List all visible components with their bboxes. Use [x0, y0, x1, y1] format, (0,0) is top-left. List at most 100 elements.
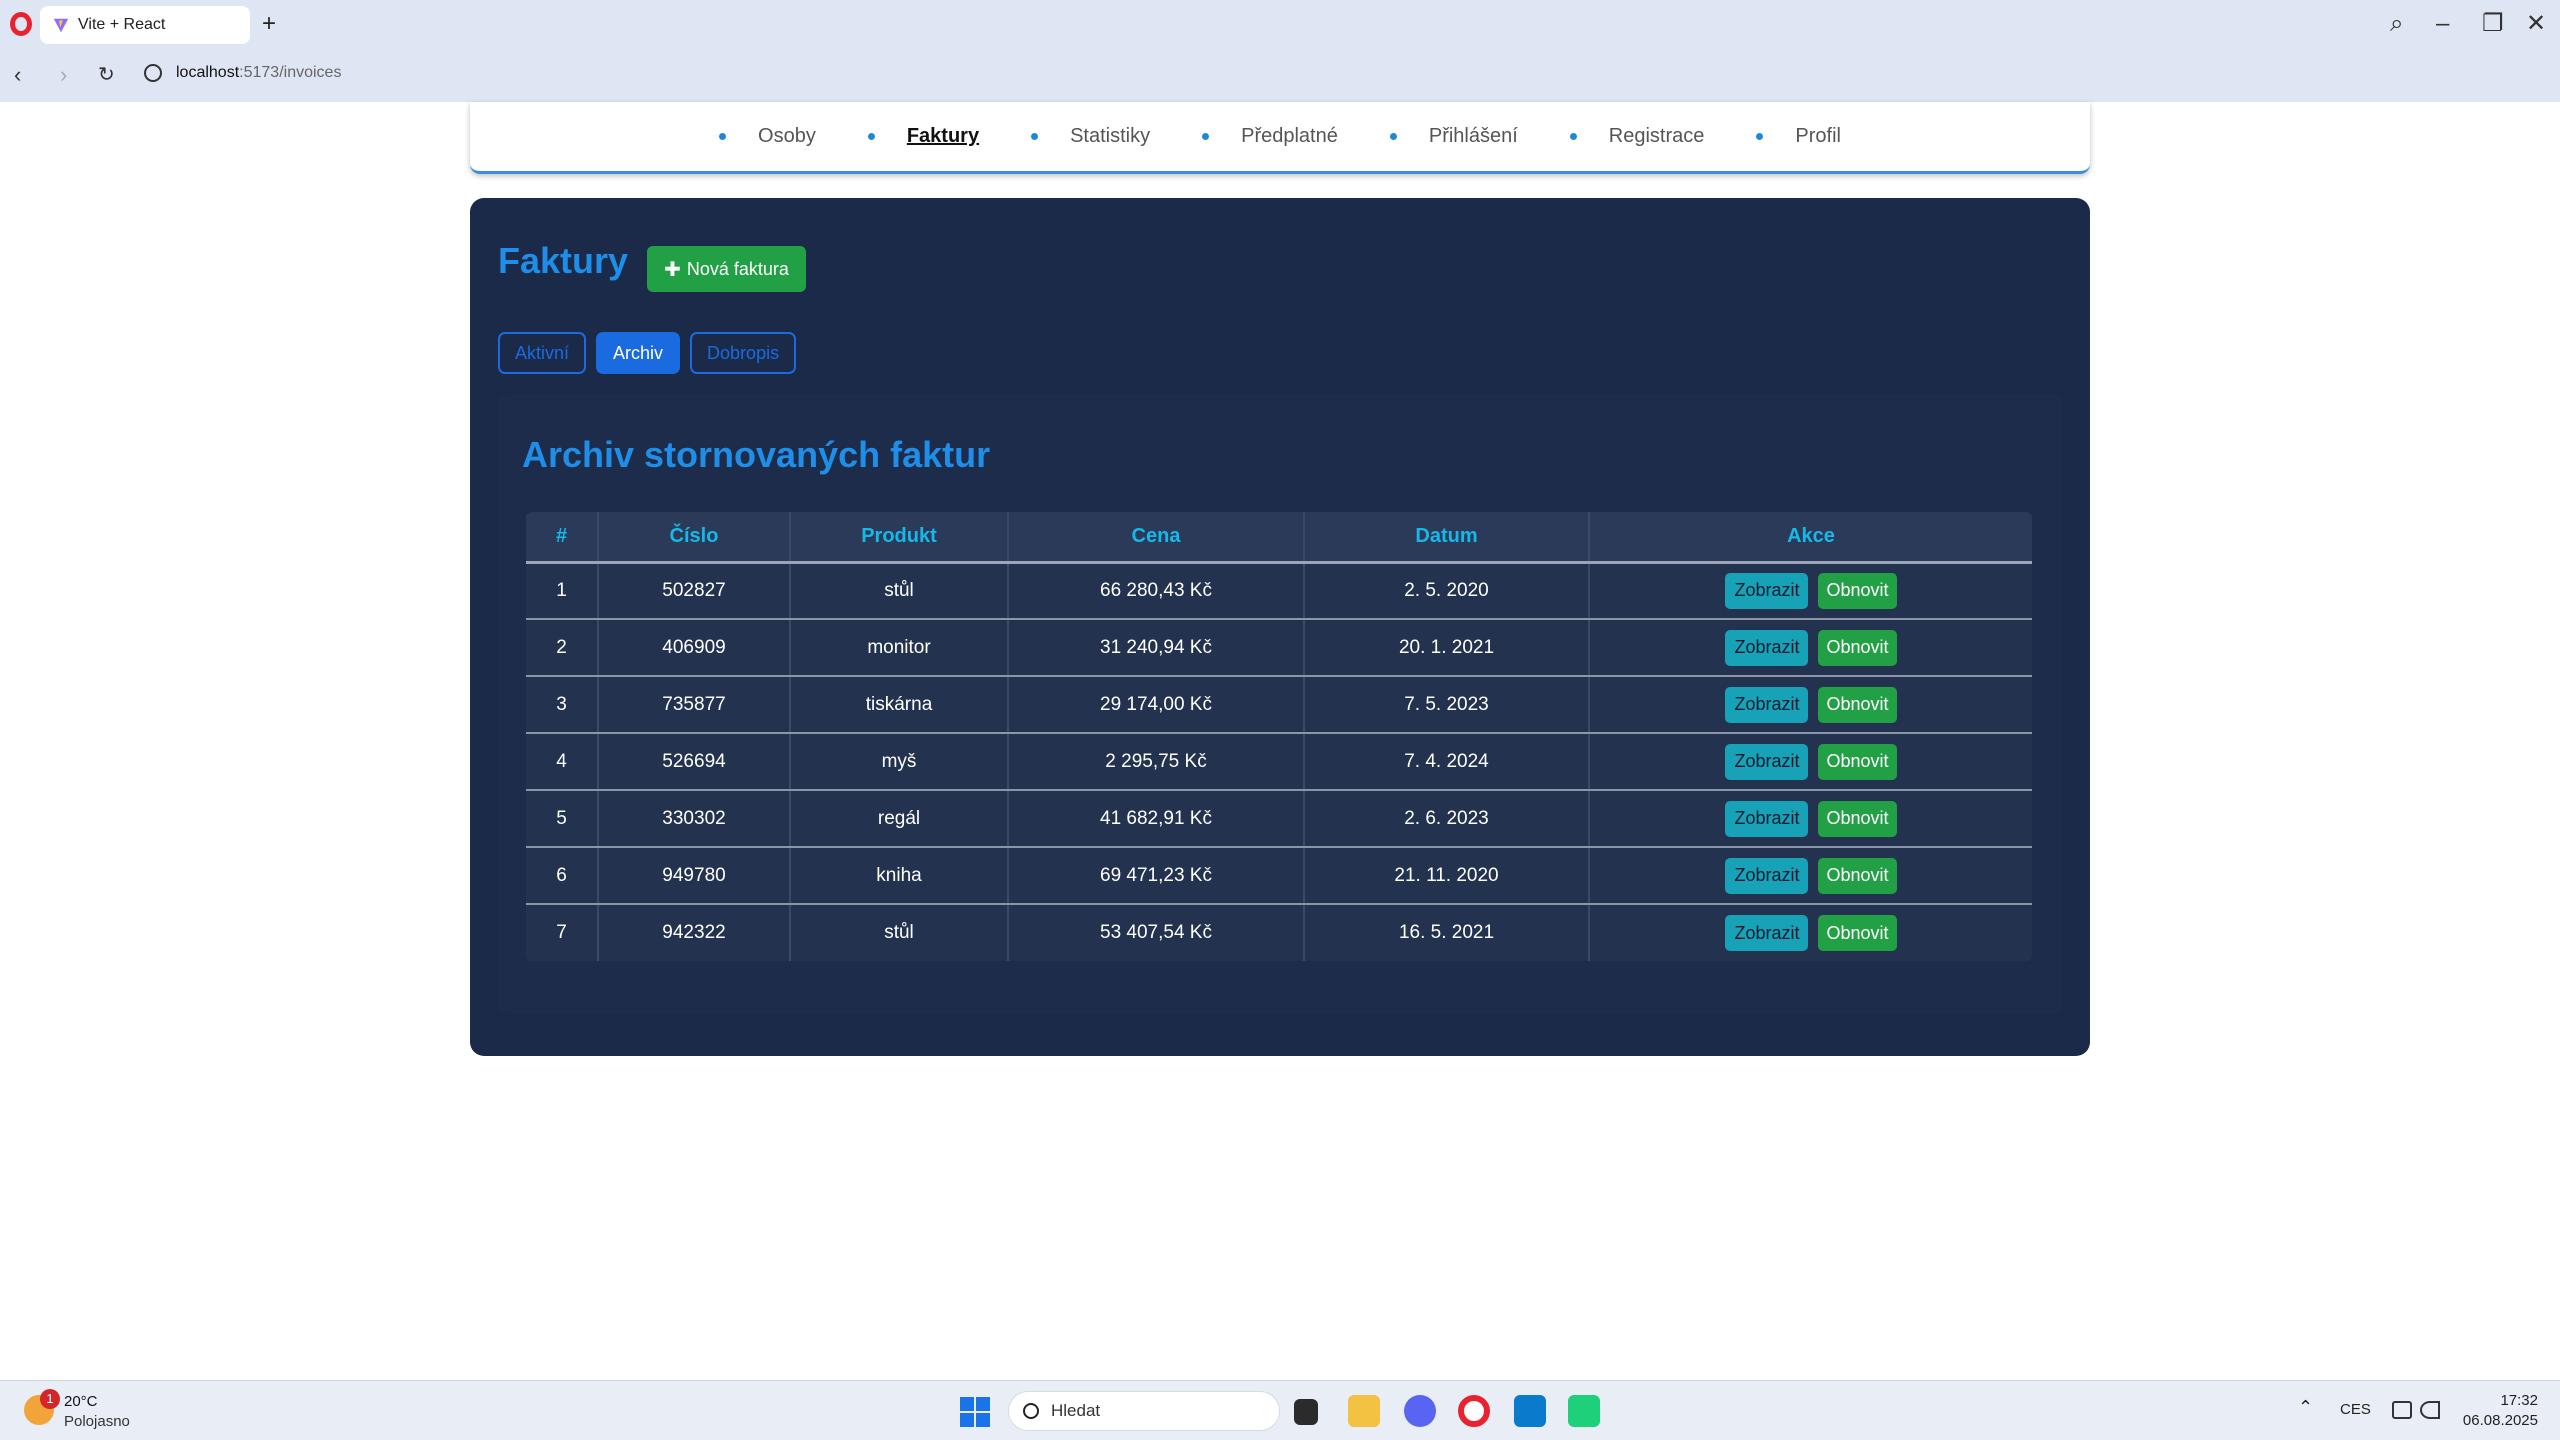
section-title: Archiv stornovaných faktur	[522, 434, 991, 475]
clock-time: 17:32	[2500, 1392, 2538, 1409]
page-title: Faktury	[498, 240, 629, 281]
nav-link[interactable]: Předplatné	[1241, 125, 1338, 148]
cell-actions: Zobrazit Obnovit	[1589, 619, 2032, 677]
show-button[interactable]: Zobrazit	[1725, 800, 1809, 837]
search-icon	[1023, 1403, 1039, 1419]
restore-button[interactable]: Obnovit	[1818, 629, 1897, 666]
pycharm-icon[interactable]	[1568, 1395, 1600, 1427]
bullet-icon	[719, 133, 727, 140]
bullet-icon	[1202, 133, 1210, 140]
column-header: Datum	[1304, 512, 1590, 564]
volume-icon[interactable]	[2420, 1401, 2440, 1419]
new-invoice-button[interactable]: ✚ Nová faktura	[647, 246, 806, 292]
cell-actions: Zobrazit Obnovit	[1589, 733, 2032, 791]
show-button[interactable]: Zobrazit	[1725, 686, 1809, 723]
weather-description[interactable]: Polojasno	[64, 1413, 130, 1430]
tab-aktivni[interactable]: Aktivní	[498, 332, 587, 374]
show-button[interactable]: Zobrazit	[1725, 629, 1809, 666]
app-navbar: Osoby Faktury Statistiky Předplatné Přih…	[470, 102, 2090, 174]
cell-price: 41 682,91 Kč	[1008, 790, 1305, 848]
cell-product: stůl	[790, 562, 1009, 620]
site-info-icon[interactable]	[144, 64, 162, 82]
cell-number: 330302	[598, 790, 791, 848]
show-button[interactable]: Zobrazit	[1725, 743, 1809, 780]
search-tabs-icon[interactable]: ⌕	[2390, 10, 2403, 38]
table-header-row: # Číslo Produkt Cena Datum Akce	[526, 512, 2032, 564]
cell-product: tiskárna	[790, 676, 1009, 734]
file-explorer-icon[interactable]	[1348, 1395, 1380, 1427]
cell-price: 29 174,00 Kč	[1008, 676, 1305, 734]
nav-link[interactable]: Profil	[1795, 125, 1841, 148]
discord-icon[interactable]	[1404, 1395, 1436, 1427]
network-icon[interactable]	[2392, 1401, 2412, 1419]
restore-button[interactable]: Obnovit	[1818, 915, 1897, 951]
nav-item-statistiky[interactable]: Statistiky	[1031, 125, 1150, 148]
tray-chevron-icon[interactable]: ⌃	[2298, 1397, 2313, 1418]
back-icon[interactable]: ‹	[14, 62, 21, 88]
table-row: 1 502827 stůl 66 280,43 Kč 2. 5. 2020 Zo…	[526, 562, 2032, 620]
forward-icon[interactable]: ›	[60, 62, 67, 88]
restore-icon[interactable]: ❐	[2482, 10, 2504, 38]
column-header: Produkt	[790, 512, 1009, 564]
cell-index: 6	[526, 847, 599, 905]
task-view-icon[interactable]	[1294, 1399, 1318, 1425]
bullet-icon	[1031, 133, 1039, 140]
tab-dobropis[interactable]: Dobropis	[690, 332, 797, 374]
start-icon[interactable]	[960, 1397, 990, 1427]
opera-icon[interactable]	[1458, 1395, 1490, 1427]
clock-date: 06.08.2025	[2462, 1412, 2538, 1429]
nav-item-profil[interactable]: Profil	[1756, 125, 1841, 148]
weather-temperature[interactable]: 20°C	[64, 1393, 98, 1410]
cell-index: 1	[526, 562, 599, 620]
show-button[interactable]: Zobrazit	[1725, 857, 1809, 894]
cell-product: monitor	[790, 619, 1009, 677]
tab-archiv[interactable]: Archiv	[596, 332, 681, 374]
system-clock[interactable]: 17:32 06.08.2025	[2463, 1391, 2538, 1431]
plus-icon: ✚	[664, 258, 681, 281]
nav-link[interactable]: Faktury	[907, 125, 979, 148]
bullet-icon	[1756, 133, 1764, 140]
restore-button[interactable]: Obnovit	[1818, 743, 1897, 780]
nav-item-faktury[interactable]: Faktury	[867, 125, 979, 148]
nav-link[interactable]: Statistiky	[1070, 125, 1150, 148]
column-header: Číslo	[598, 512, 791, 564]
nav-item-osoby[interactable]: Osoby	[719, 125, 816, 148]
column-header: Cena	[1008, 512, 1305, 564]
new-tab-icon[interactable]: +	[262, 12, 276, 36]
minimize-icon[interactable]: –	[2436, 10, 2449, 38]
vscode-icon[interactable]	[1514, 1395, 1546, 1427]
cell-number: 406909	[598, 619, 791, 677]
nav-link[interactable]: Registrace	[1609, 125, 1705, 148]
cell-date: 7. 4. 2024	[1304, 733, 1590, 791]
close-window-icon[interactable]: ✕	[2526, 10, 2546, 38]
cell-date: 2. 6. 2023	[1304, 790, 1590, 848]
new-invoice-label: Nová faktura	[686, 258, 789, 279]
show-button[interactable]: Zobrazit	[1725, 915, 1809, 951]
opera-logo-icon[interactable]	[10, 12, 32, 36]
cell-actions: Zobrazit Obnovit	[1589, 676, 2032, 734]
nav-item-prihlaseni[interactable]: Přihlášení	[1389, 125, 1518, 148]
browser-tab[interactable]: Vite + React	[40, 6, 250, 44]
taskbar-search[interactable]: Hledat	[1008, 1391, 1280, 1431]
nav-item-registrace[interactable]: Registrace	[1569, 125, 1705, 148]
table-row: 6 949780 kniha 69 471,23 Kč 21. 11. 2020…	[526, 847, 2032, 905]
cell-actions: Zobrazit Obnovit	[1589, 904, 2032, 961]
restore-button[interactable]: Obnovit	[1818, 800, 1897, 837]
notification-badge: 1	[40, 1389, 60, 1409]
nav-item-predplatne[interactable]: Předplatné	[1202, 125, 1338, 148]
cell-date: 7. 5. 2023	[1304, 676, 1590, 734]
vite-favicon-icon	[53, 18, 69, 33]
url-field[interactable]: localhost:5173/invoices	[176, 64, 341, 82]
show-button[interactable]: Zobrazit	[1725, 572, 1809, 609]
cell-number: 502827	[598, 562, 791, 620]
reload-icon[interactable]: ↻	[98, 62, 115, 88]
restore-button[interactable]: Obnovit	[1818, 686, 1897, 723]
restore-button[interactable]: Obnovit	[1818, 572, 1897, 609]
nav-link[interactable]: Přihlášení	[1429, 125, 1518, 148]
restore-button[interactable]: Obnovit	[1818, 857, 1897, 894]
cell-price: 69 471,23 Kč	[1008, 847, 1305, 905]
nav-link[interactable]: Osoby	[758, 125, 816, 148]
tab-title: Vite + React	[78, 16, 166, 33]
invoice-tabs: Aktivní Archiv Dobropis	[498, 332, 797, 374]
language-indicator[interactable]: CES	[2340, 1401, 2371, 1418]
